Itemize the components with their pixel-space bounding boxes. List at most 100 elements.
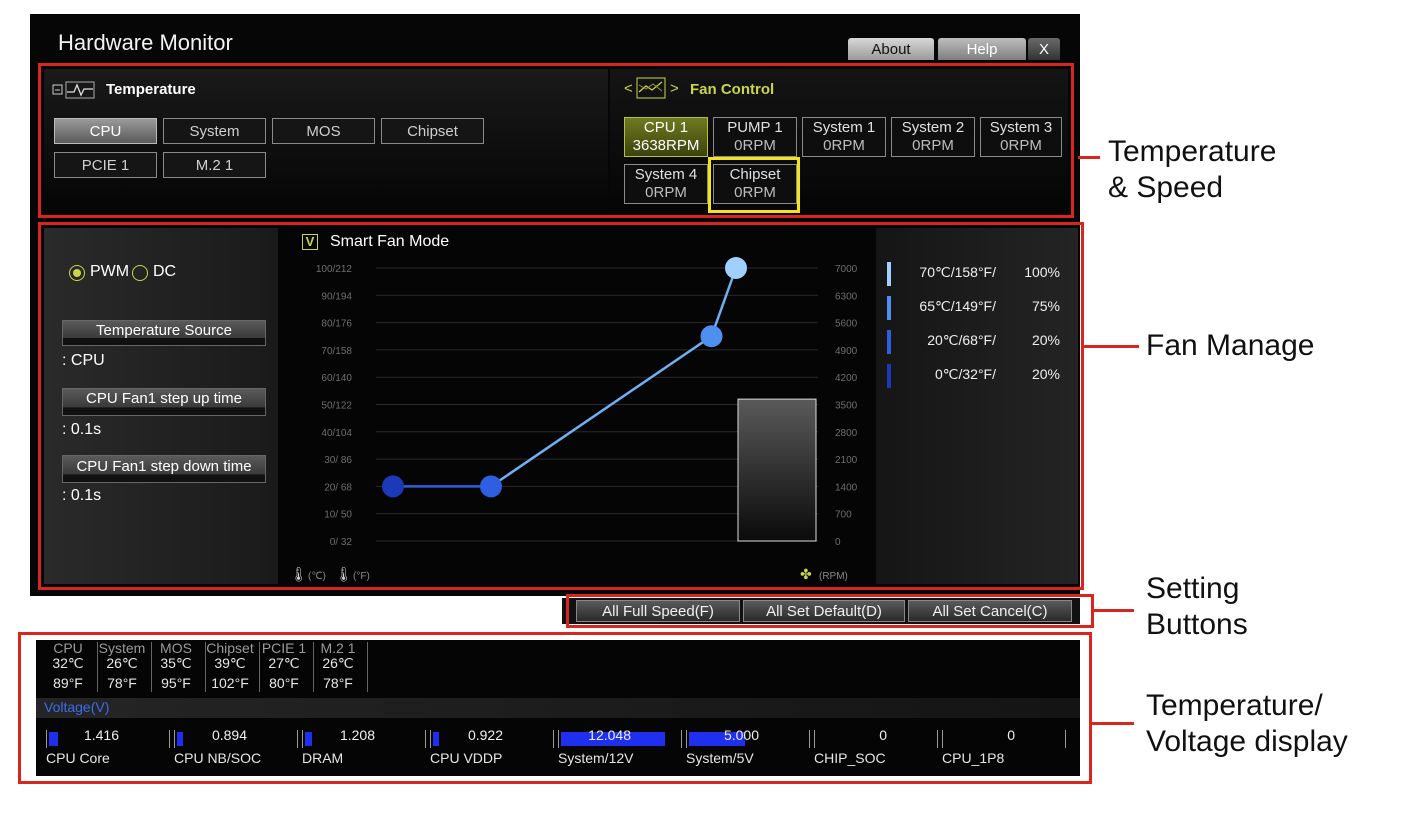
temp-button-pcie1[interactable]: PCIE 1 <box>54 152 157 178</box>
fan-control-header: Fan Control <box>690 81 775 98</box>
step-down-time-button[interactable]: CPU Fan1 step down time <box>62 455 266 483</box>
annotation-tv-display: Temperature/Voltage display <box>1146 689 1348 758</box>
fan-name: System 4 <box>634 166 698 183</box>
temperature-separator <box>367 642 368 692</box>
chart-y-left-tick: 60/140 <box>321 373 352 384</box>
chart-y-left-tick: 0/ 32 <box>330 537 353 548</box>
annotation-leader-temp-speed <box>1078 156 1100 159</box>
chart-y-left-tick: 50/122 <box>321 401 352 412</box>
voltage-bar-track: 0.922 <box>430 727 554 748</box>
voltage-name: DRAM <box>302 750 344 766</box>
tab-help[interactable]: Help <box>938 38 1026 60</box>
voltage-bar-fill <box>177 732 183 746</box>
voltage-bar-fill <box>305 732 312 746</box>
temperature-readout-name: System <box>98 640 146 656</box>
voltage-bar-track: 0.894 <box>174 727 298 748</box>
legend-color-bar <box>887 296 891 320</box>
fan-button-system4[interactable]: System 4 0RPM <box>624 164 708 204</box>
tab-about[interactable]: About <box>848 38 934 60</box>
fan-button-system2[interactable]: System 2 0RPM <box>891 117 975 157</box>
voltage-bar-track: 1.208 <box>302 727 426 748</box>
voltage-bar-track: 5.000 <box>686 727 810 748</box>
smart-fan-checkbox[interactable]: V <box>302 234 318 250</box>
voltage-name: CPU NB/SOC <box>174 750 262 766</box>
fan-curve-point[interactable] <box>382 475 404 498</box>
step-up-time-button[interactable]: CPU Fan1 step up time <box>62 388 266 416</box>
temperature-readout-name: CPU <box>53 640 83 656</box>
temp-button-system[interactable]: System <box>163 118 266 144</box>
all-set-cancel-button[interactable]: All Set Cancel(C) <box>908 600 1072 622</box>
dc-radio[interactable] <box>132 265 148 281</box>
voltage-value: 0 <box>879 727 887 743</box>
chart-y-right-tick: 7000 <box>835 264 858 275</box>
legend-temperature: 65℃/149°F/ <box>919 298 996 314</box>
temperature-readout-f: 95°F <box>161 675 191 691</box>
voltage-bar-track: 0 <box>814 727 938 748</box>
dc-label: DC <box>153 263 177 280</box>
fan-curve-point[interactable] <box>480 475 502 498</box>
chart-y-right-tick: 2100 <box>835 455 858 466</box>
fan-button-pump1[interactable]: PUMP 1 0RPM <box>713 117 797 157</box>
temperature-readout: PCIE 1 27℃ 80°F <box>260 641 308 691</box>
voltage-name: CPU_1P8 <box>942 750 1005 766</box>
legend-percentage: 100% <box>1024 264 1060 280</box>
annotation-setting-buttons: Setting Buttons <box>1146 572 1248 641</box>
chart-y-right-tick: 0 <box>835 537 841 548</box>
temp-button-cpu[interactable]: CPU <box>54 118 157 144</box>
voltage-bar-track: 0 <box>942 727 1066 748</box>
voltage-bar-track: 1.416 <box>46 727 170 748</box>
chart-y-left-tick: 40/104 <box>321 428 352 439</box>
annotation-leader-fan-manage <box>1084 345 1139 348</box>
voltage-name: System/5V <box>686 750 754 766</box>
fan-button-cpu1[interactable]: CPU 1 3638RPM <box>624 117 708 157</box>
temperature-readout-name: M.2 1 <box>320 640 356 656</box>
fan-name: System 2 <box>901 119 965 136</box>
fan-name: CPU 1 <box>643 119 689 136</box>
legend-percentage: 20% <box>1031 366 1060 382</box>
voltage-name: CPU Core <box>46 750 110 766</box>
all-set-default-button[interactable]: All Set Default(D) <box>743 600 905 622</box>
all-full-speed-button[interactable]: All Full Speed(F) <box>576 600 740 622</box>
close-button[interactable]: X <box>1028 38 1060 60</box>
fan-curve-chart[interactable]: 100/212 700090/194 630080/176 560070/158 490… <box>278 254 876 584</box>
step-down-time-value: : 0.1s <box>62 487 102 504</box>
rpm-bar-current <box>737 398 817 542</box>
fan-name: System 3 <box>989 119 1053 136</box>
fan-button-system3[interactable]: System 3 0RPM <box>980 117 1062 157</box>
voltage-bar-track: 12.048 <box>558 727 682 748</box>
temperature-readout: CPU 32℃ 89°F <box>44 641 92 691</box>
temperature-header: Temperature <box>106 81 196 98</box>
fan-name: PUMP 1 <box>727 119 783 136</box>
chart-y-left-tick: 20/ 68 <box>324 482 352 493</box>
fan-curve-point[interactable] <box>700 325 723 348</box>
fan-curve-point[interactable] <box>725 257 747 279</box>
fan-next-icon[interactable]: > <box>670 80 679 97</box>
voltage-value: 1.208 <box>339 727 375 743</box>
chart-y-right-tick: 6300 <box>835 291 858 302</box>
voltage-bar-fill <box>49 732 58 746</box>
temp-button-m2-1[interactable]: M.2 1 <box>163 152 266 178</box>
fan-rpm: 0RPM <box>1000 137 1042 154</box>
temperature-readout-name: Chipset <box>206 640 254 656</box>
voltage-name: CPU VDDP <box>430 750 503 766</box>
fan-legend-panel <box>876 228 1078 584</box>
temperature-source-button[interactable]: Temperature Source <box>62 320 266 346</box>
voltage-value: 1.416 <box>83 727 119 743</box>
chart-y-left-tick: 10/ 50 <box>324 510 352 521</box>
chipset-highlight-box <box>708 157 800 213</box>
fan-rpm: 0RPM <box>823 137 865 154</box>
voltage-header: Voltage(V) <box>44 699 110 715</box>
fan-button-system1[interactable]: System 1 0RPM <box>802 117 886 157</box>
voltage-header-bar <box>36 698 1080 718</box>
legend-color-bar <box>887 262 891 286</box>
fan-prev-icon[interactable]: < <box>624 80 633 97</box>
pwm-radio[interactable] <box>69 265 85 281</box>
temperature-readout-c: 32℃ <box>52 655 84 671</box>
thermometer-c-icon: 🌡 <box>290 567 308 583</box>
temperature-readout-c: 27℃ <box>268 655 300 671</box>
chart-y-right-tick: 3500 <box>835 401 858 412</box>
fan-rpm: 3638RPM <box>632 137 700 154</box>
temp-button-chipset[interactable]: Chipset <box>381 118 484 144</box>
smart-fan-mode-label: Smart Fan Mode <box>330 233 450 250</box>
temp-button-mos[interactable]: MOS <box>272 118 375 144</box>
